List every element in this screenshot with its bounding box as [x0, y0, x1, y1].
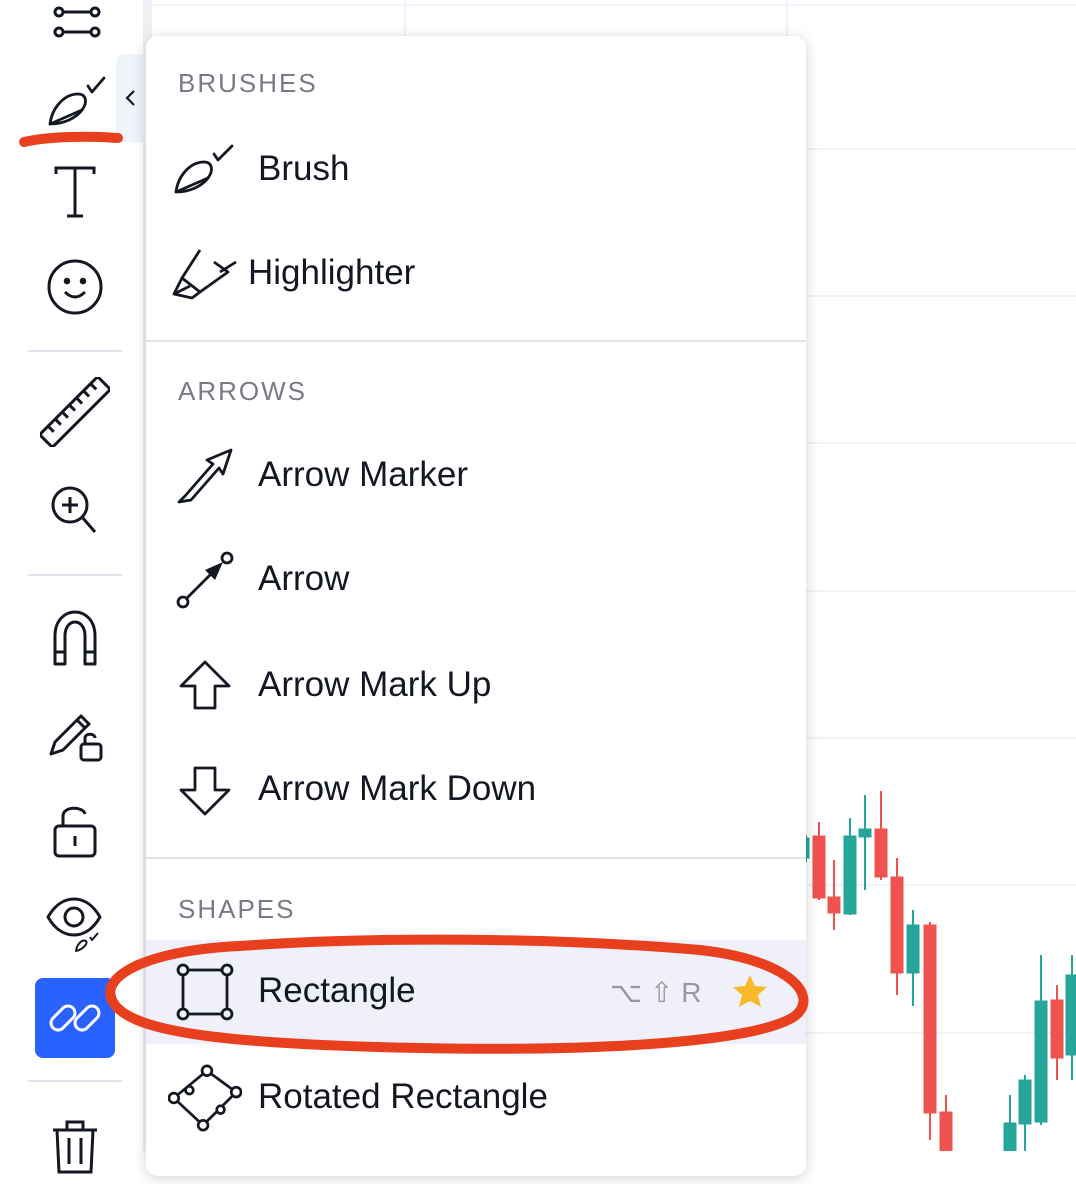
emoji-tool[interactable] — [35, 247, 115, 327]
emoji-icon — [47, 259, 103, 315]
menu-separator — [146, 340, 806, 342]
toolbar-separator — [28, 574, 122, 576]
menu-item-highlighter[interactable]: Highlighter — [146, 222, 806, 326]
rotated-rectangle-icon — [168, 1064, 242, 1132]
eye-icon — [46, 897, 102, 952]
menu-item-arrow-mark-down[interactable]: Arrow Mark Down — [146, 738, 806, 842]
menu-item-label: Arrow — [258, 559, 350, 598]
lock-icon — [53, 806, 97, 858]
menu-item-arrow[interactable]: Arrow — [146, 528, 806, 632]
magnet-tool[interactable] — [35, 598, 115, 678]
ruler-tool[interactable] — [35, 372, 115, 452]
candle — [923, 922, 937, 1140]
collapse-toolbar-button[interactable] — [116, 54, 146, 142]
lock-tool[interactable] — [35, 790, 115, 870]
chevron-left-icon — [125, 90, 135, 106]
star-icon — [733, 975, 767, 1007]
menu-item-label: Rotated Rectangle — [258, 1077, 548, 1116]
candle — [1018, 1075, 1032, 1151]
trend-lines-icon — [53, 6, 101, 38]
candle — [827, 860, 841, 930]
trash-tool[interactable] — [35, 1104, 115, 1184]
zoom-in-tool[interactable] — [35, 470, 115, 550]
menu-item-brush[interactable]: Brush — [146, 118, 806, 222]
hide-drawings-tool[interactable] — [35, 882, 115, 962]
trend-lines-tool[interactable] — [35, 0, 115, 60]
brush-tool[interactable] — [35, 62, 115, 142]
arrow-icon — [176, 551, 234, 609]
section-title-arrows: ARROWS — [178, 376, 307, 406]
arrow-marker-icon — [177, 448, 233, 504]
arrow-mark-up-icon — [179, 660, 231, 710]
trash-icon — [53, 1120, 97, 1174]
candle — [1034, 955, 1048, 1125]
menu-item-label: Brush — [258, 149, 350, 188]
candle — [812, 822, 826, 900]
favorite-star-button[interactable] — [730, 972, 770, 1017]
candle — [890, 858, 904, 995]
text-icon — [54, 166, 96, 218]
candle — [874, 791, 888, 880]
menu-item-label: Rectangle — [258, 971, 416, 1010]
pencil-lock-icon — [49, 714, 103, 762]
section-title-brushes: BRUSHES — [178, 68, 318, 98]
candle — [1003, 1095, 1017, 1151]
drawing-toolbar — [0, 0, 148, 1174]
candle — [843, 818, 857, 915]
brush-icon — [174, 144, 234, 194]
ruler-icon — [40, 377, 110, 447]
zoom-in-icon — [51, 486, 97, 533]
link-icon — [49, 1004, 101, 1032]
section-title-shapes: SHAPES — [178, 894, 296, 924]
menu-item-rotated-rectangle[interactable]: Rotated Rectangle — [146, 1046, 806, 1150]
arrow-mark-down-icon — [179, 766, 231, 816]
rectangle-icon — [176, 963, 234, 1021]
text-tool[interactable] — [35, 152, 115, 232]
menu-separator — [146, 857, 806, 859]
highlighter-icon — [172, 249, 237, 300]
menu-item-label: Arrow Mark Down — [258, 769, 537, 808]
brush-icon — [48, 76, 106, 126]
link-tool[interactable] — [35, 978, 115, 1058]
menu-item-arrow-marker[interactable]: Arrow Marker — [146, 424, 806, 528]
toolbar-separator — [28, 1080, 122, 1082]
candle — [858, 795, 872, 890]
drawing-tools-menu: BRUSHES Brush Highlighter ARROWS Arrow M… — [146, 36, 806, 1176]
shortcut-hint: ⌥ ⇧ R — [610, 977, 702, 1008]
lock-drawings-tool[interactable] — [35, 694, 115, 774]
menu-item-label: Arrow Marker — [258, 455, 469, 494]
candle — [906, 910, 920, 1006]
magnet-icon — [53, 610, 97, 666]
candle — [1050, 985, 1064, 1080]
menu-item-label: Arrow Mark Up — [258, 665, 492, 704]
candle — [939, 1095, 953, 1151]
toolbar-separator — [28, 350, 122, 352]
candle — [1065, 955, 1076, 1080]
menu-item-rectangle[interactable]: Rectangle ⌥ ⇧ R — [146, 940, 806, 1044]
menu-item-label: Highlighter — [248, 253, 416, 292]
menu-item-arrow-mark-up[interactable]: Arrow Mark Up — [146, 634, 806, 738]
